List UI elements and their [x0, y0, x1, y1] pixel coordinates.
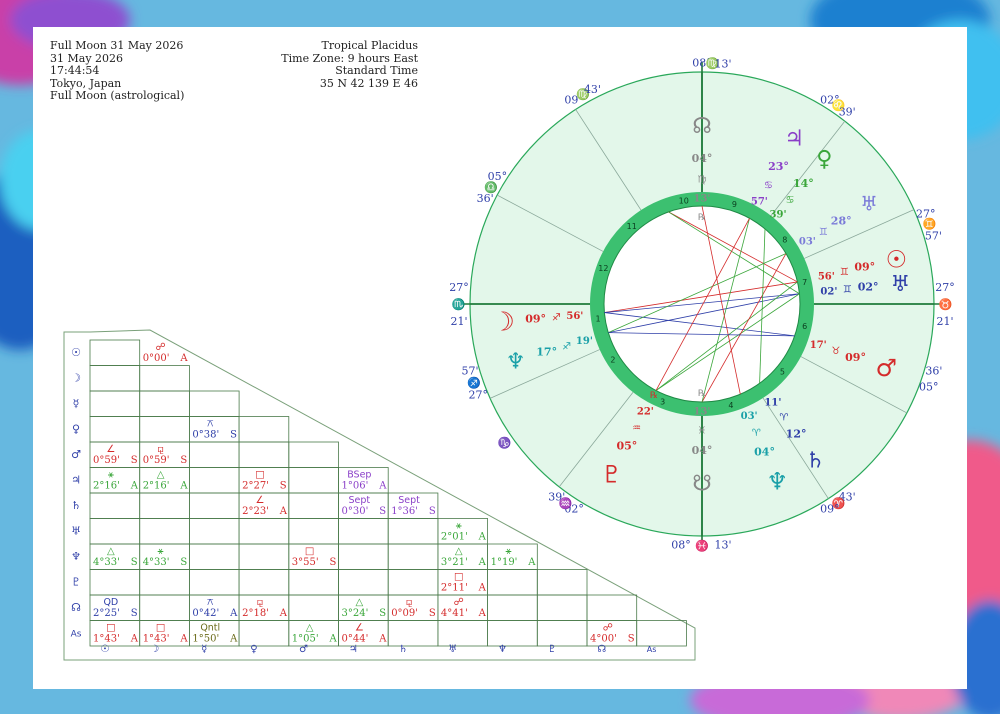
cusp-label: 27° — [935, 281, 955, 294]
house-number: 1 — [595, 315, 600, 324]
house-number: 7 — [802, 278, 807, 287]
ascendant-minutes: 02' — [820, 287, 837, 298]
saturn-minutes: 11' — [764, 398, 781, 409]
mercury-icon: ♆ — [506, 350, 526, 375]
uranus-sign-icon: ♊ — [819, 227, 828, 238]
jupiter-minutes: 57' — [751, 197, 768, 208]
uranus-degree: 28° — [831, 214, 852, 227]
cusp-label: 13' — [715, 538, 732, 551]
north-node-icon: ☊ — [692, 114, 712, 139]
house-number: 4 — [728, 401, 733, 410]
saturn-sign-icon: ♈ — [779, 413, 788, 424]
north-node-minutes: 13' — [694, 193, 711, 204]
south-node-minutes: 13' — [694, 407, 711, 418]
ascendant-icon: ♅ — [891, 272, 911, 297]
cusp-label: 05° — [488, 170, 508, 183]
cusp-label: 05° — [919, 381, 939, 394]
house-number: 11 — [627, 222, 637, 231]
chart-wheel: 123 45678910111208°♍13'02°♌39'27°♊57'27°♉… — [449, 57, 955, 553]
house-number: 9 — [732, 200, 737, 209]
mars-minutes: 17' — [810, 340, 827, 351]
pluto-icon: ♇ — [601, 460, 623, 488]
venus-icon: ♀ — [816, 147, 832, 172]
jupiter-degree: 23° — [768, 160, 789, 173]
cusp-label: 39' — [839, 105, 856, 118]
uranus-icon: ♅ — [860, 192, 878, 216]
jupiter-sign-icon: ♋ — [764, 180, 773, 191]
cusp-label: ♏ — [452, 298, 466, 311]
house-number: 6 — [802, 322, 807, 331]
house-number: 8 — [782, 235, 787, 244]
house-number: 12 — [598, 264, 608, 273]
moon-icon: ☽ — [492, 307, 515, 337]
pluto-sign-icon: ♒ — [632, 423, 641, 434]
sun-minutes: 56' — [818, 271, 835, 282]
house-number: 3 — [660, 397, 665, 406]
cusp-label: ♐ — [467, 377, 481, 390]
mars-icon: ♂ — [876, 354, 898, 382]
saturn-icon: ♄ — [805, 448, 825, 473]
cusp-label: 21' — [936, 315, 953, 328]
house-number: 10 — [679, 197, 689, 206]
venus-sign-icon: ♋ — [786, 195, 795, 206]
house-number: 2 — [610, 356, 615, 365]
cusp-label: 57' — [925, 229, 942, 242]
house-number: 5 — [780, 367, 785, 376]
north-node-degree: 04° — [692, 152, 713, 165]
cusp-label: ♉ — [939, 298, 953, 311]
moon-sign-icon: ♐ — [552, 313, 561, 324]
cusp-label: 36' — [477, 192, 494, 205]
north-node-retrograde-icon: ℞ — [698, 213, 706, 223]
moon-minutes: 56' — [566, 311, 583, 322]
pluto-degree: 05° — [616, 439, 637, 452]
cusp-label: 57' — [462, 365, 479, 378]
neptune-degree: 04° — [754, 445, 775, 458]
cusp-label: 08° — [671, 538, 691, 551]
cusp-label: 43' — [584, 83, 601, 96]
ascendant-sign-icon: ♊ — [843, 285, 852, 296]
neptune-icon: ♆ — [766, 468, 788, 496]
saturn-degree: 12° — [786, 428, 807, 441]
venus-degree: 14° — [793, 177, 814, 190]
venus-minutes: 39' — [770, 209, 787, 220]
cusp-label: 13' — [715, 58, 732, 71]
moon-degree: 09° — [525, 313, 546, 326]
south-node-retrograde-icon: ℞ — [698, 389, 706, 399]
cusp-label: 09° — [820, 503, 840, 516]
cusp-label: ♓ — [695, 539, 709, 552]
neptune-minutes: 03' — [741, 411, 758, 422]
sun-degree: 09° — [854, 260, 875, 273]
mercury-minutes: 19' — [576, 336, 593, 347]
south-node-icon: ☋ — [692, 471, 712, 496]
cusp-label: ♑ — [498, 436, 512, 449]
sun-icon: ☉ — [886, 246, 908, 274]
south-node-degree: 04° — [692, 444, 713, 457]
mars-sign-icon: ♉ — [831, 346, 840, 357]
north-node-sign-icon: ♍ — [698, 175, 707, 186]
mercury-degree: 17° — [536, 345, 557, 358]
cusp-label: 27° — [449, 281, 469, 294]
mercury-sign-icon: ♐ — [562, 341, 571, 352]
sun-sign-icon: ♊ — [840, 267, 849, 278]
cusp-label: 39' — [548, 491, 565, 504]
pluto-retrograde-icon: ℞ — [650, 391, 658, 401]
pluto-minutes: 22' — [637, 407, 654, 418]
inner-circle — [603, 205, 801, 403]
south-node-sign-icon: ♓ — [698, 425, 707, 436]
neptune-sign-icon: ♈ — [752, 428, 761, 439]
jupiter-icon: ♃ — [784, 126, 804, 151]
cusp-label: 21' — [450, 315, 467, 328]
cusp-label: 27° — [469, 388, 489, 401]
uranus-minutes: 03' — [799, 237, 816, 248]
cusp-label: 36' — [925, 365, 942, 378]
ascendant-degree: 02° — [858, 281, 879, 294]
mars-degree: 09° — [845, 351, 866, 364]
